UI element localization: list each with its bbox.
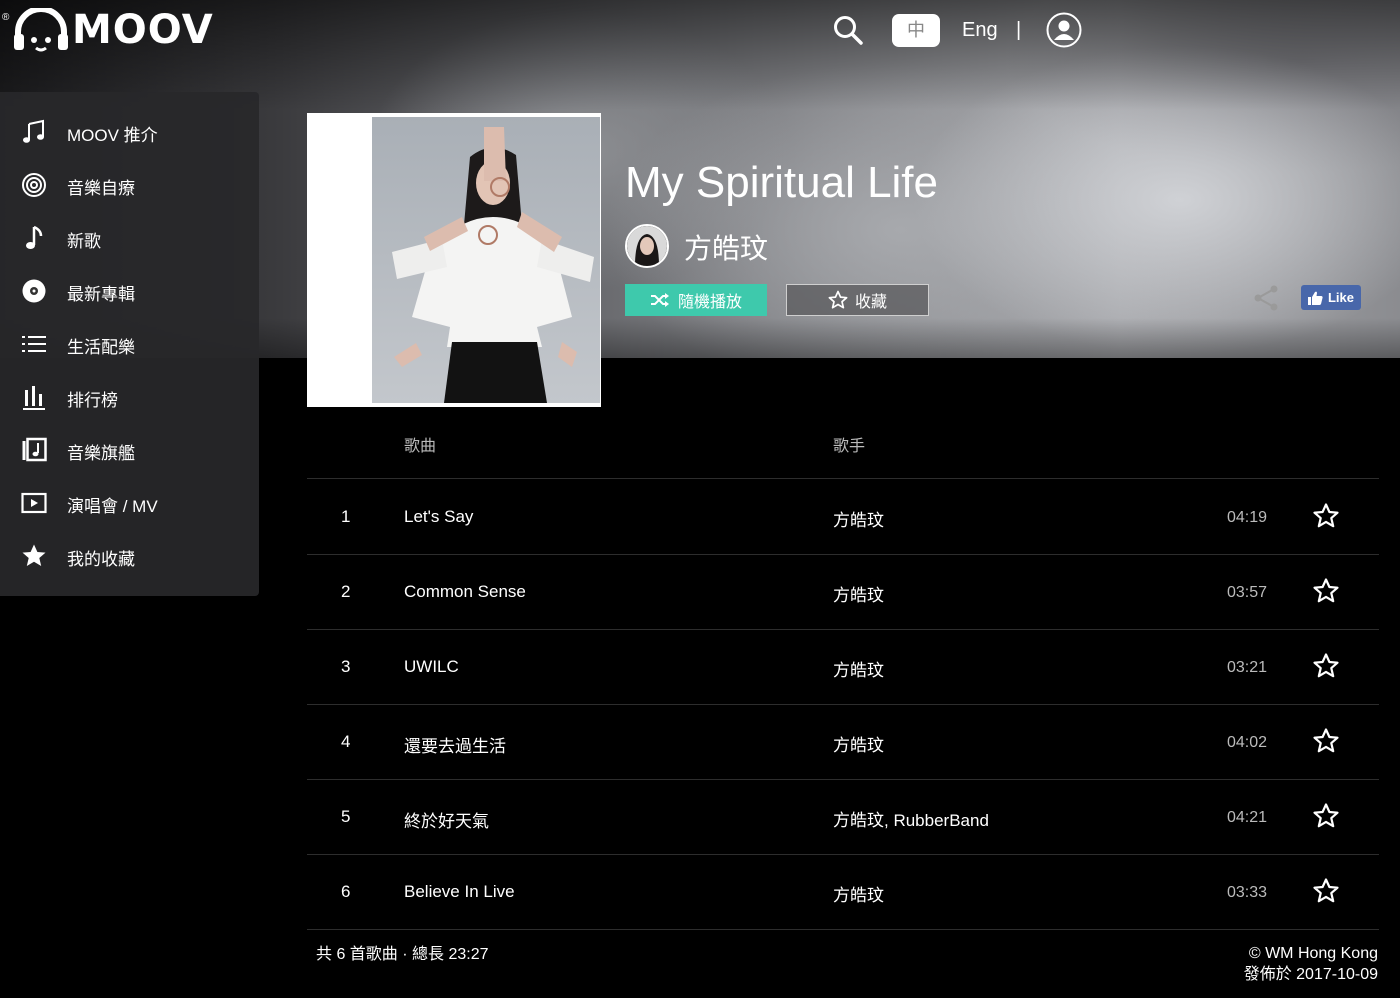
disc-icon [22,279,46,303]
favorite-star-icon[interactable] [1312,802,1340,830]
album-cover-photo [372,117,600,403]
spiral-icon [22,173,46,197]
track-artist[interactable]: 方皓玟 [833,656,884,681]
album-cover [307,113,601,407]
track-title[interactable]: UWILC [404,657,459,677]
video-icon [21,492,47,514]
copyright-text: © WM Hong Kong [1248,945,1378,962]
track-duration: 03:57 [1227,584,1268,601]
music-note-icon [23,119,44,143]
track-duration: 03:21 [1227,659,1268,676]
chart-bars-icon [23,386,45,410]
track-artist[interactable]: 方皓玟 [833,581,884,606]
facebook-like-label: Like [1327,290,1354,305]
list-icon [22,336,46,352]
table-row[interactable]: 6 Believe In Live 方皓玟 03:33 [307,854,1379,930]
table-row[interactable]: 5 終於好天氣 方皓玟, RubberBand 04:21 [307,779,1379,855]
sidebar-item-music-flagship[interactable]: 音樂旗艦 [0,424,259,476]
sidebar-item-moov-recommend[interactable]: MOOV 推介 [0,106,259,158]
track-duration: 04:02 [1227,734,1268,751]
share-icon[interactable] [1252,284,1280,312]
track-duration: 04:19 [1227,509,1268,526]
headphones-logo-icon [14,8,68,52]
track-number: 5 [341,807,351,826]
sidebar-item-new-songs[interactable]: 新歌 [0,212,259,264]
moov-logo[interactable]: ® MOOV [2,8,214,52]
column-header-artist: 歌手 [833,438,866,455]
sidebar-item-label: 最新專輯 [67,285,135,304]
favorite-star-icon[interactable] [1312,577,1340,605]
sidebar-item-label: 生活配樂 [67,338,135,357]
track-artist[interactable]: 方皓玟 [833,506,884,531]
sidebar-item-label: 演唱會 / MV [67,497,158,516]
sidebar-item-label: MOOV 推介 [67,126,158,145]
star-icon [22,544,46,566]
track-artist[interactable]: 方皓玟 [833,731,884,756]
facebook-like-button[interactable]: Like [1301,285,1361,310]
shuffle-icon [650,293,669,307]
favorite-star-icon[interactable] [1312,502,1340,530]
favorite-star-icon[interactable] [1312,877,1340,905]
lang-separator: | [1016,19,1022,41]
sidebar-item-my-favorites[interactable]: 我的收藏 [0,530,259,582]
track-title[interactable]: Common Sense [404,582,526,602]
sidebar-item-new-albums[interactable]: 最新專輯 [0,265,259,317]
table-row[interactable]: 3 UWILC 方皓玟 03:21 [307,629,1379,705]
track-number: 6 [341,882,351,901]
sidebar-item-label: 音樂旗艦 [67,444,135,463]
track-number: 4 [341,732,351,751]
track-title[interactable]: 終於好天氣 [404,807,489,832]
favorite-star-icon[interactable] [1312,727,1340,755]
lang-chinese-button[interactable]: 中 [892,14,940,47]
track-title[interactable]: 還要去過生活 [404,732,506,757]
track-number: 1 [341,507,351,526]
track-artist[interactable]: 方皓玟 [833,881,884,906]
track-summary: 共 6 首歌曲 · 總長 23:27 [316,946,489,963]
sidebar-item-label: 新歌 [67,232,101,251]
album-title: My Spiritual Life [625,158,939,207]
artist-avatar-image [627,226,667,266]
sidebar-item-label: 我的收藏 [67,550,135,569]
sidebar: MOOV 推介 音樂自療 新歌 最新專輯 生活配樂 排行榜 音樂旗艦 演唱會 /… [0,92,259,596]
app-root: ® MOOV 中 Eng | MOOV 推介 音樂自療 新歌 最新專輯 生活配樂… [0,0,1400,998]
sidebar-item-music-therapy[interactable]: 音樂自療 [0,159,259,211]
star-outline-icon [828,290,848,309]
logo-wordmark: MOOV [72,7,214,53]
artist-name[interactable]: 方皓玟 [684,227,768,267]
artist-avatar[interactable] [625,224,669,268]
track-artist[interactable]: 方皓玟, RubberBand [833,806,989,831]
single-note-icon [26,225,43,249]
sidebar-item-charts[interactable]: 排行榜 [0,371,259,423]
sidebar-item-concerts-mv[interactable]: 演唱會 / MV [0,477,259,529]
search-icon[interactable] [832,14,864,46]
copyright-info: © WM Hong Kong 發佈於 2017-10-09 [1244,943,1378,985]
lang-english-button[interactable]: Eng [962,19,998,42]
sidebar-item-label: 音樂自療 [67,179,135,198]
track-title[interactable]: Believe In Live [404,882,515,902]
track-title[interactable]: Let's Say [404,507,473,527]
table-row[interactable]: 1 Let's Say 方皓玟 04:19 [307,479,1379,555]
favorite-star-icon[interactable] [1312,652,1340,680]
track-duration: 03:33 [1227,884,1268,901]
column-header-song: 歌曲 [404,438,437,455]
add-favorite-button[interactable]: 收藏 [786,284,929,316]
thumbs-up-icon [1307,291,1323,305]
release-date: 發佈於 2017-10-09 [1243,966,1378,983]
user-account-icon[interactable] [1046,12,1082,48]
registered-mark: ® [2,12,10,23]
sidebar-item-life-playlists[interactable]: 生活配樂 [0,318,259,370]
track-number: 3 [341,657,351,676]
music-album-icon [22,437,47,462]
shuffle-play-button[interactable]: 隨機播放 [625,284,767,316]
add-favorite-label: 收藏 [854,294,887,311]
sidebar-item-label: 排行榜 [67,391,118,410]
table-row[interactable]: 2 Common Sense 方皓玟 03:57 [307,554,1379,630]
table-row[interactable]: 4 還要去過生活 方皓玟 04:02 [307,704,1379,780]
track-duration: 04:21 [1227,809,1268,826]
shuffle-play-label: 隨機播放 [677,294,742,311]
track-number: 2 [341,582,351,601]
